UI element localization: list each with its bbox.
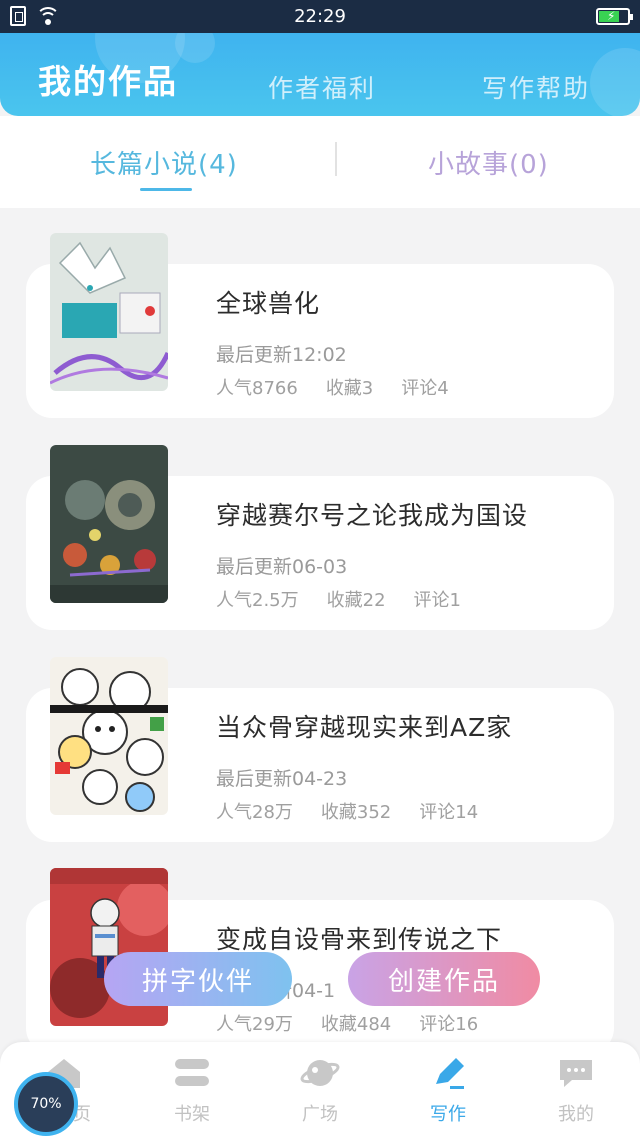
book-update-time: 最后更新12:02: [216, 344, 347, 366]
subtab-short-stories[interactable]: 小故事(0): [428, 144, 549, 181]
subtabs: 长篇小说(4) 小故事(0): [0, 116, 640, 208]
book-title[interactable]: 当众骨穿越现实来到AZ家: [216, 708, 512, 744]
subtab-indicator: [140, 188, 192, 191]
header: 我的作品 作者福利 写作帮助: [0, 33, 640, 116]
nav-label-square: 广场: [302, 1104, 338, 1125]
favorites-count: 收藏352: [320, 802, 392, 823]
book-title[interactable]: 变成自设骨来到传说之下: [216, 920, 502, 956]
book-update-time: 最后更新06-03: [216, 556, 348, 578]
book-stats: 人气8766 收藏3 评论4: [216, 374, 449, 400]
status-bar: 22:29 ⚡: [0, 0, 640, 33]
nav-label-bookshelf: 书架: [174, 1104, 210, 1125]
nav-item-write[interactable]: 写作: [384, 1042, 512, 1138]
status-time: 22:29: [294, 6, 346, 27]
nav-item-bookshelf[interactable]: 书架: [128, 1042, 256, 1138]
pen-icon: [436, 1058, 464, 1089]
tab-my-works[interactable]: 我的作品: [38, 55, 178, 103]
book-title[interactable]: 全球兽化: [216, 284, 320, 320]
planet-icon: [300, 1060, 340, 1086]
chat-bubble-icon: [560, 1060, 592, 1087]
popularity-count: 人气29万: [216, 1014, 293, 1035]
popularity-count: 人气28万: [216, 802, 293, 823]
status-icons: [10, 6, 60, 26]
progress-widget[interactable]: 70%: [14, 1072, 78, 1136]
book-cover[interactable]: [50, 657, 168, 815]
tab-author-benefits[interactable]: 作者福利: [268, 69, 376, 105]
sim-icon: [10, 6, 26, 26]
comments-count: 评论14: [419, 802, 479, 823]
nav-item-square[interactable]: 广场: [256, 1042, 384, 1138]
bookshelf-icon: [175, 1059, 209, 1086]
create-work-button[interactable]: 创建作品: [348, 952, 540, 1006]
book-update-time: 最后更新04-23: [216, 768, 348, 790]
tab-writing-help[interactable]: 写作帮助: [482, 69, 590, 105]
book-stats: 人气28万 收藏352 评论14: [216, 798, 478, 824]
nav-label-write: 写作: [430, 1104, 466, 1125]
nav-label-me: 我的: [558, 1104, 594, 1125]
nav-item-me[interactable]: 我的: [512, 1042, 640, 1138]
comments-count: 评论4: [401, 378, 449, 399]
comments-count: 评论1: [413, 590, 461, 611]
favorites-count: 收藏22: [326, 590, 386, 611]
book-cover[interactable]: [50, 445, 168, 603]
book-stats: 人气29万 收藏484 评论16: [216, 1010, 478, 1036]
subtab-divider: [335, 142, 337, 176]
bottom-nav: 页 书架 广场 写作 我的: [0, 1042, 640, 1138]
favorites-count: 收藏3: [325, 378, 374, 399]
comments-count: 评论16: [419, 1014, 479, 1035]
subtab-long-novels[interactable]: 长篇小说(4): [90, 144, 238, 181]
writing-partner-button[interactable]: 拼字伙伴: [104, 952, 292, 1006]
book-cover[interactable]: [50, 233, 168, 391]
wifi-icon: [36, 6, 60, 26]
favorites-count: 收藏484: [320, 1014, 392, 1035]
popularity-count: 人气2.5万: [216, 590, 299, 611]
book-stats: 人气2.5万 收藏22 评论1: [216, 586, 461, 612]
book-title[interactable]: 穿越赛尔号之论我成为国设: [216, 496, 528, 532]
popularity-count: 人气8766: [216, 378, 298, 399]
battery-icon: ⚡: [596, 8, 633, 25]
